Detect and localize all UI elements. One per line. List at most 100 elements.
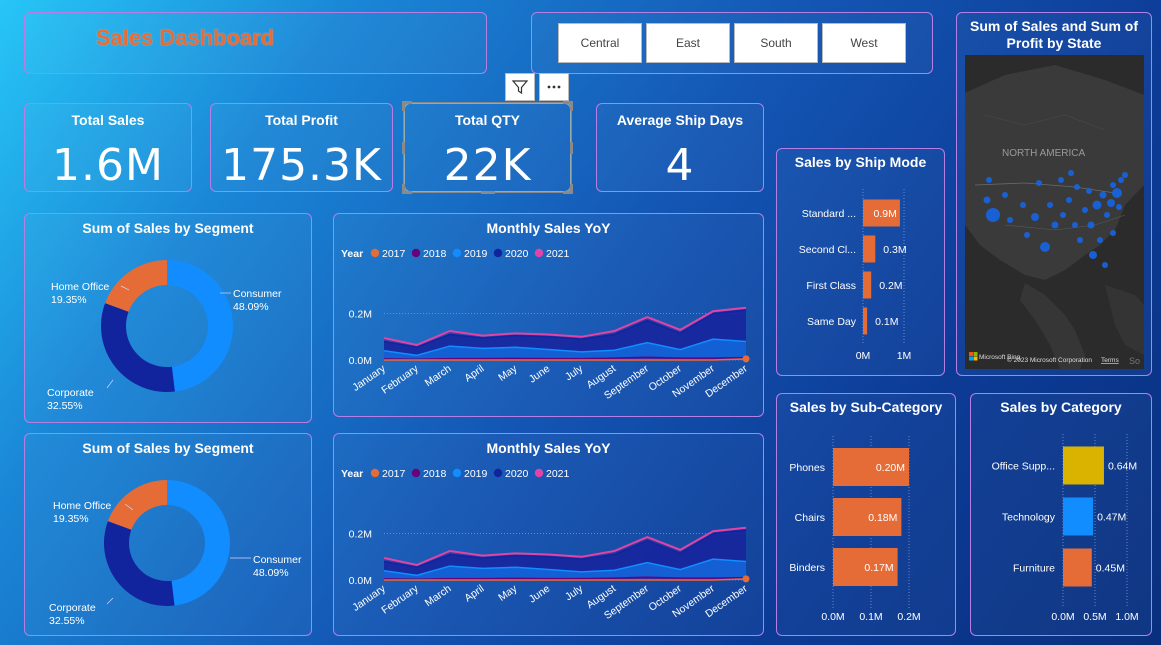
chart-title: Sales by Category (1000, 399, 1122, 415)
state-bubble (1107, 199, 1115, 207)
resize-handle[interactable] (563, 184, 573, 194)
monthly-yoy-card-1: Monthly Sales YoY Year 2017 2018 2019 2020 20… (333, 213, 764, 417)
state-bubble (1089, 251, 1097, 259)
map-title: Sum of Sales and Sum of Profit by State (969, 18, 1139, 51)
resize-handle[interactable] (481, 191, 495, 194)
x-tick-label: 1.0M (1115, 611, 1138, 623)
filter-icon[interactable] (505, 73, 535, 101)
kpi-label: Total Profit (265, 112, 338, 128)
map-region-label: NORTH AMERICA (1002, 148, 1085, 159)
x-tick-label: February (379, 362, 421, 396)
state-map-card: Sum of Sales and Sum of Profit by State … (956, 12, 1152, 376)
x-tick-label: April (462, 583, 486, 605)
y-tick-label: 0.2M (349, 309, 372, 321)
state-bubble (1104, 212, 1110, 218)
ship-mode-chart[interactable]: 0M 1M Standard ... 0.9M Second Cl... 0.3M Firs… (777, 175, 944, 375)
state-bubble (986, 177, 992, 183)
resize-handle[interactable] (570, 142, 573, 154)
slicer-west[interactable]: West (822, 23, 906, 63)
data-label: 0.3M (883, 244, 906, 256)
state-bubble (1092, 200, 1102, 210)
category-label: Second Cl... (799, 244, 856, 256)
map-cut-text: So (1129, 356, 1140, 366)
category-chart[interactable]: 0.0M 0.5M 1.0M Office Supp... 0.64M Technolog… (971, 420, 1151, 634)
legend-title: Year (341, 248, 363, 260)
sub-category-chart[interactable]: 0.0M 0.1M 0.2M Phones 0.20M Chairs 0.18M Binder… (777, 420, 955, 634)
legend-item: 2019 (464, 248, 488, 260)
x-tick-label: July (563, 362, 586, 383)
x-tick-label: 0.2M (897, 611, 920, 623)
dashboard-title: Sales Dashboard (95, 25, 275, 50)
donut-value: 32.55% (49, 615, 85, 627)
segment-donut-card-1: Sum of Sales by Segment Consumer 48.09% Co… (24, 213, 312, 423)
bar[interactable] (863, 235, 876, 263)
donut-value: 48.09% (233, 301, 269, 313)
kpi-total-qty[interactable]: Total QTY 22K (402, 101, 573, 194)
kpi-value: 22K (443, 140, 532, 191)
category-label: Standard ... (802, 208, 856, 220)
monthly-yoy-chart[interactable]: Year 2017 2018 2019 2020 20210.2M0.0MJanuaryF… (334, 238, 763, 416)
donut-label: Corporate (49, 602, 96, 614)
slicer-central[interactable]: Central (558, 23, 642, 63)
resize-handle[interactable] (402, 142, 405, 154)
legend-marker (370, 248, 380, 258)
segment-donut-chart[interactable]: Consumer48.09% Corporate32.55% Home Office… (25, 240, 311, 420)
state-bubble (1099, 191, 1107, 199)
state-bubble (1060, 212, 1066, 218)
state-map[interactable]: NORTH AMERICA Microsoft Bing © 2023 Micr… (965, 55, 1144, 369)
category-label: First Class (806, 280, 856, 292)
donut-slice-corporate[interactable] (101, 303, 175, 392)
state-bubble (1040, 242, 1050, 252)
title-card: Sales Dashboard (24, 12, 487, 74)
legend-marker (411, 248, 421, 258)
x-tick-label: July (563, 582, 586, 603)
legend-item: 2017 (382, 468, 406, 480)
legend-marker (370, 468, 380, 478)
data-label: 0.64M (1108, 461, 1137, 473)
more-options-icon[interactable] (539, 73, 569, 101)
legend-marker (411, 468, 421, 478)
donut-slice-consumer[interactable] (167, 260, 233, 392)
monthly-yoy-chart[interactable]: Year 2017 2018 2019 2020 20210.2M0.0MJanuaryF… (334, 458, 763, 636)
state-bubble (1007, 217, 1013, 223)
state-bubble (1102, 262, 1108, 268)
legend-item: 2017 (382, 248, 406, 260)
x-tick-label: 0.0M (1051, 611, 1074, 623)
data-label: 0.20M (876, 462, 905, 474)
donut-slice-home-office[interactable] (105, 260, 167, 312)
category-label: Same Day (807, 316, 857, 328)
bar[interactable] (1063, 548, 1092, 587)
bar[interactable] (1063, 497, 1094, 536)
map-terms: Terms (1101, 357, 1119, 364)
donut-slice-consumer[interactable] (167, 480, 231, 606)
bar[interactable] (863, 271, 872, 299)
slicer-east[interactable]: East (646, 23, 730, 63)
x-tick-label: June (527, 363, 553, 386)
state-bubble (1002, 192, 1008, 198)
slicer-south[interactable]: South (734, 23, 818, 63)
kpi-label: Average Ship Days (616, 112, 744, 128)
resize-handle[interactable] (402, 184, 412, 194)
chart-title: Sum of Sales by Segment (82, 220, 254, 236)
donut-label: Consumer (233, 288, 282, 300)
donut-slice-home-office[interactable] (107, 480, 167, 530)
kpi-total-sales: Total Sales 1.6M (24, 103, 192, 192)
bar[interactable] (1063, 446, 1104, 485)
state-bubble (1066, 197, 1072, 203)
y-tick-label: 0.0M (349, 575, 372, 587)
monthly-yoy-card-2: Monthly Sales YoY Year 2017 2018 2019 2020 20… (333, 433, 764, 636)
donut-label: Home Office (53, 500, 111, 512)
chart-title: Monthly Sales YoY (486, 220, 611, 236)
x-tick-label: March (423, 583, 454, 610)
kpi-label: Total Sales (71, 112, 145, 128)
donut-slice-corporate[interactable] (104, 521, 175, 606)
x-tick-label: 0.1M (859, 611, 882, 623)
donut-value: 19.35% (53, 513, 89, 525)
bar[interactable] (863, 307, 868, 335)
resize-handle[interactable] (402, 101, 412, 111)
state-bubble (983, 196, 991, 204)
donut-value: 48.09% (253, 567, 289, 579)
resize-handle[interactable] (563, 101, 573, 111)
segment-donut-chart[interactable]: Consumer48.09% Corporate32.55% Home Office… (25, 460, 311, 636)
state-bubble (986, 208, 1000, 222)
